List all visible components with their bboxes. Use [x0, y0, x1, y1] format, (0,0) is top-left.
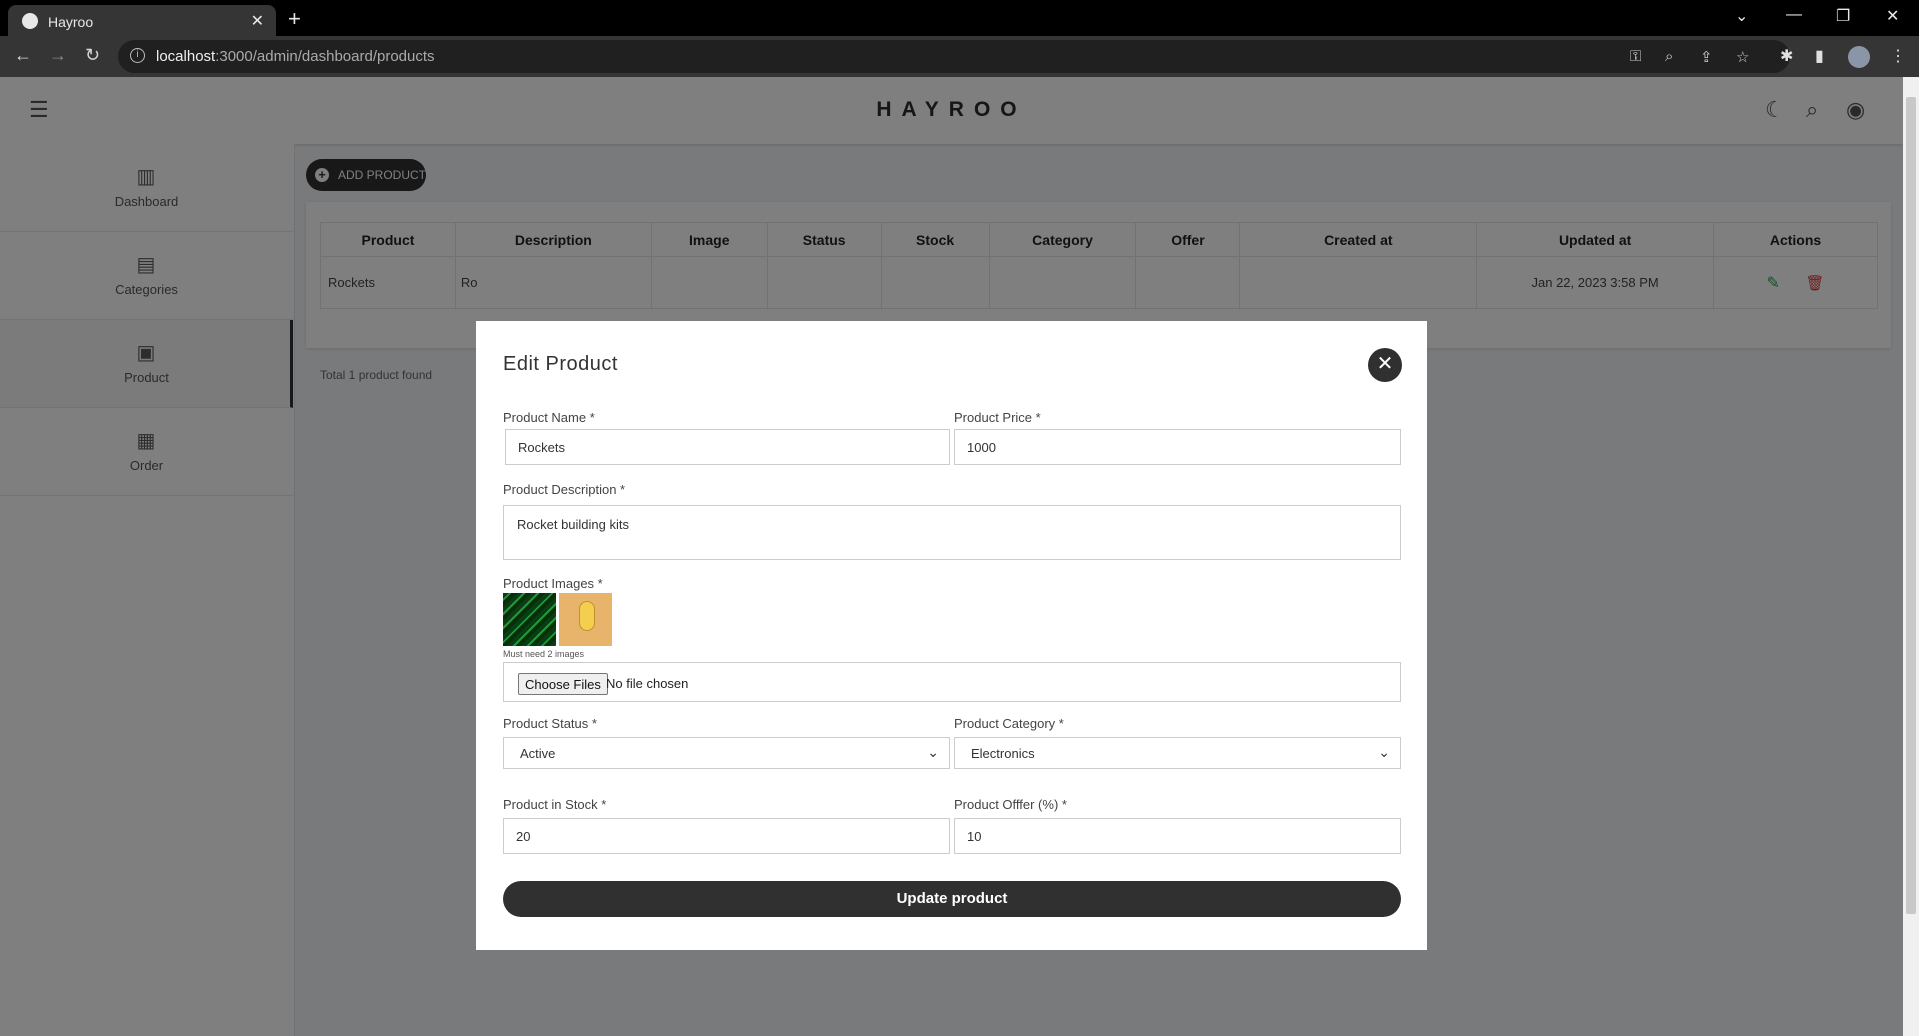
modal-title: Edit Product — [503, 353, 618, 375]
chevron-down-icon: ⌄ — [1378, 744, 1390, 760]
product-offer-input[interactable]: 10 — [954, 818, 1401, 854]
no-file-chosen-text: No file chosen — [606, 676, 689, 691]
page: ☰ HAYROO ☾ ⌕ ◉ ▥ Dashboard ▤ Categories … — [0, 77, 1903, 1036]
side-panel-icon[interactable]: ▮ — [1815, 46, 1824, 66]
product-category-select[interactable]: Electronics ⌄ — [954, 737, 1401, 769]
edit-product-modal: Edit Product ✕ Product Name * Rockets Pr… — [476, 321, 1427, 950]
close-tab-icon[interactable]: ✕ — [251, 11, 264, 31]
back-icon[interactable]: ← — [14, 45, 32, 66]
forward-icon[interactable]: → — [49, 45, 67, 66]
file-input-box: Choose Files No file chosen — [503, 662, 1401, 702]
share-icon[interactable]: ⇪ — [1700, 48, 1713, 66]
product-status-select[interactable]: Active ⌄ — [503, 737, 950, 769]
product-price-input[interactable]: 1000 — [954, 429, 1401, 465]
key-icon[interactable]: ⚿ — [1630, 48, 1641, 65]
status-selected-value: Active — [520, 746, 556, 761]
menu-dots-icon[interactable]: ⋮ — [1890, 46, 1906, 66]
address-bar[interactable]: i localhost:3000/admin/dashboard/product… — [118, 40, 1790, 73]
product-price-label: Product Price * — [954, 410, 1041, 425]
extensions-icon[interactable]: ✱ — [1780, 46, 1793, 66]
globe-icon — [22, 13, 38, 29]
product-images-label: Product Images * — [503, 576, 603, 591]
zoom-icon[interactable]: ⌕ — [1665, 48, 1673, 65]
product-status-label: Product Status * — [503, 716, 597, 731]
browser-toolbar: ← → ↻ i localhost:3000/admin/dashboard/p… — [0, 36, 1919, 77]
update-product-button[interactable]: Update product — [503, 881, 1401, 917]
chevron-down-icon: ⌄ — [927, 744, 939, 760]
close-window-icon[interactable]: ✕ — [1886, 6, 1899, 26]
category-selected-value: Electronics — [971, 746, 1035, 761]
product-category-label: Product Category * — [954, 716, 1064, 731]
product-name-label: Product Name * — [503, 410, 595, 425]
scrollbar-thumb[interactable] — [1906, 97, 1916, 914]
product-stock-input[interactable]: 20 — [503, 818, 950, 854]
product-image-thumbnail — [559, 593, 612, 646]
product-stock-label: Product in Stock * — [503, 797, 607, 812]
product-offer-label: Product Offfer (%) * — [954, 797, 1067, 812]
tab-search-icon[interactable]: ⌄ — [1735, 6, 1748, 26]
minimize-icon[interactable]: — — [1786, 6, 1802, 24]
close-modal-button[interactable]: ✕ — [1368, 348, 1402, 382]
browser-tab[interactable]: Hayroo ✕ — [8, 5, 276, 36]
tab-title: Hayroo — [48, 14, 94, 30]
url-text[interactable]: localhost:3000/admin/dashboard/products — [156, 48, 435, 65]
restore-icon[interactable]: ❐ — [1836, 6, 1850, 26]
new-tab-icon[interactable]: + — [288, 6, 301, 32]
product-image-thumbnail — [503, 593, 556, 646]
browser-tab-bar: Hayroo ✕ + ⌄ — ❐ ✕ — [0, 0, 1919, 36]
choose-files-button[interactable]: Choose Files — [518, 673, 608, 695]
close-icon: ✕ — [1376, 353, 1394, 375]
product-description-textarea[interactable]: Rocket building kits — [503, 505, 1401, 560]
images-note: Must need 2 images — [503, 649, 585, 659]
reload-icon[interactable]: ↻ — [85, 45, 100, 66]
product-description-label: Product Description * — [503, 482, 626, 497]
site-info-icon[interactable]: i — [130, 48, 145, 63]
profile-avatar[interactable] — [1848, 46, 1870, 68]
bookmark-star-icon[interactable]: ☆ — [1736, 48, 1749, 66]
product-name-input[interactable]: Rockets — [505, 429, 950, 465]
